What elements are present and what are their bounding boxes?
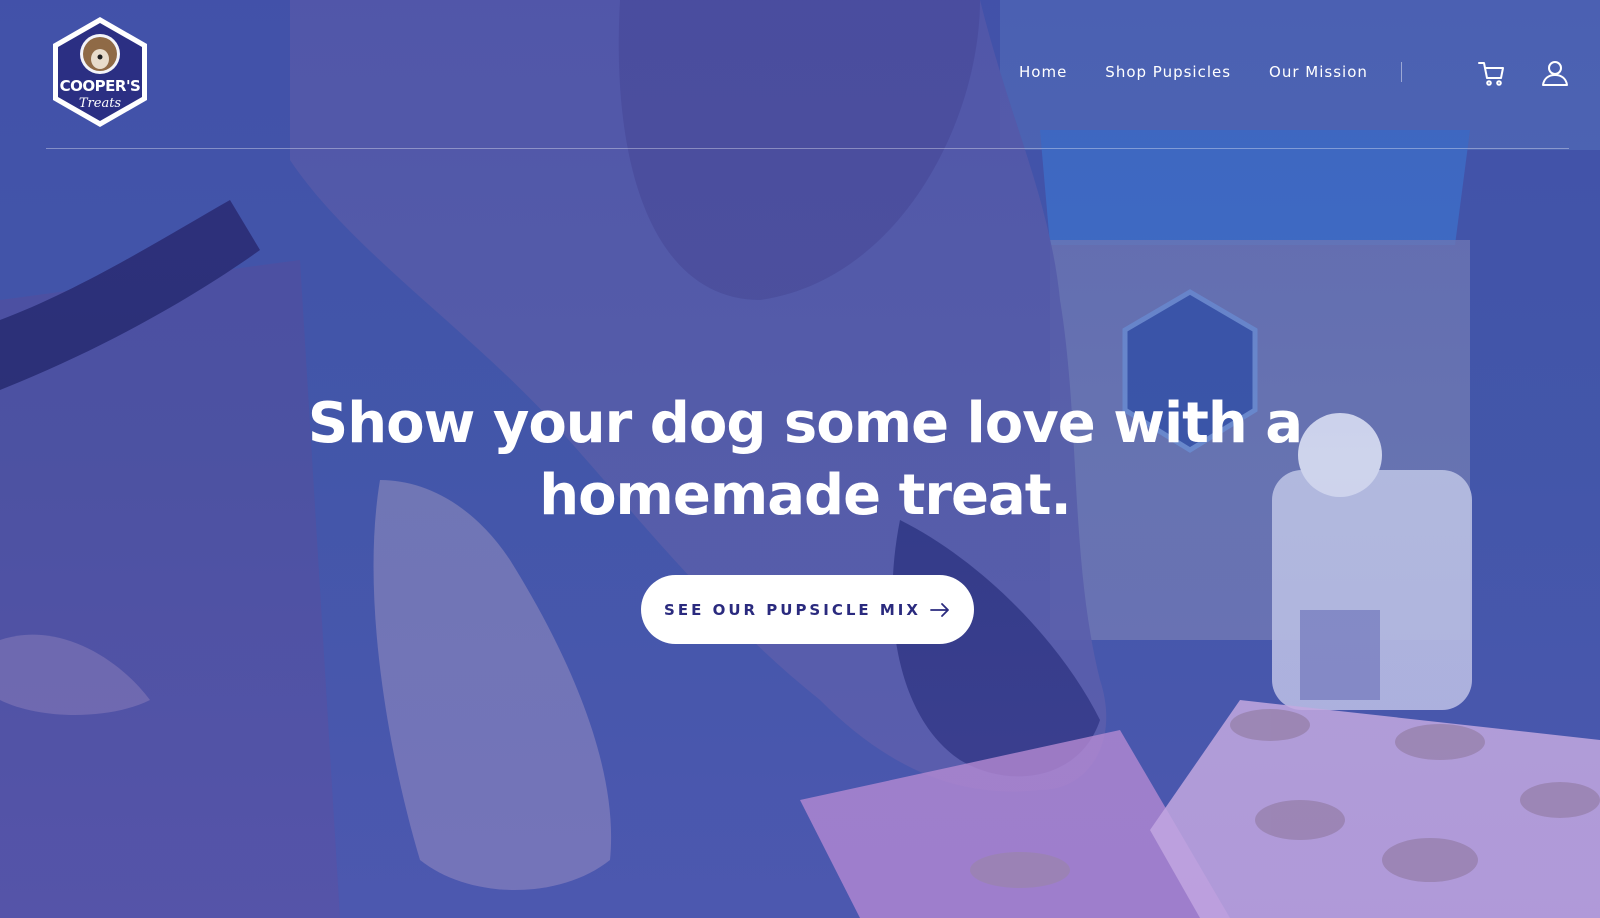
- brand-tagline: Treats: [78, 96, 122, 111]
- user-icon: [1542, 61, 1568, 86]
- nav-our-mission[interactable]: Our Mission: [1269, 63, 1368, 81]
- main-nav: Home Shop Pupsicles Our Mission: [1019, 63, 1406, 81]
- cart-icon: [1478, 62, 1504, 86]
- site-header: COOPER'S Treats Home Shop Pupsicles Our …: [46, 0, 1569, 149]
- nav-shop-pupsicles[interactable]: Shop Pupsicles: [1105, 63, 1231, 81]
- dog-portrait-hexagon-logo: [53, 17, 147, 127]
- brand-logo[interactable]: COOPER'S Treats: [49, 14, 151, 130]
- hero-headline: Show your dog some love with a homemade …: [307, 390, 1303, 528]
- nav-divider: [1401, 62, 1402, 82]
- nav-home[interactable]: Home: [1019, 63, 1067, 81]
- cta-label: SEE OUR PUPSICLE MIX: [664, 600, 921, 619]
- cart-button[interactable]: [1477, 58, 1507, 88]
- see-pupsicle-mix-button[interactable]: SEE OUR PUPSICLE MIX: [641, 575, 974, 644]
- brand-name: COOPER'S: [59, 77, 141, 95]
- account-button[interactable]: [1540, 58, 1570, 88]
- arrow-right-icon: [930, 602, 949, 617]
